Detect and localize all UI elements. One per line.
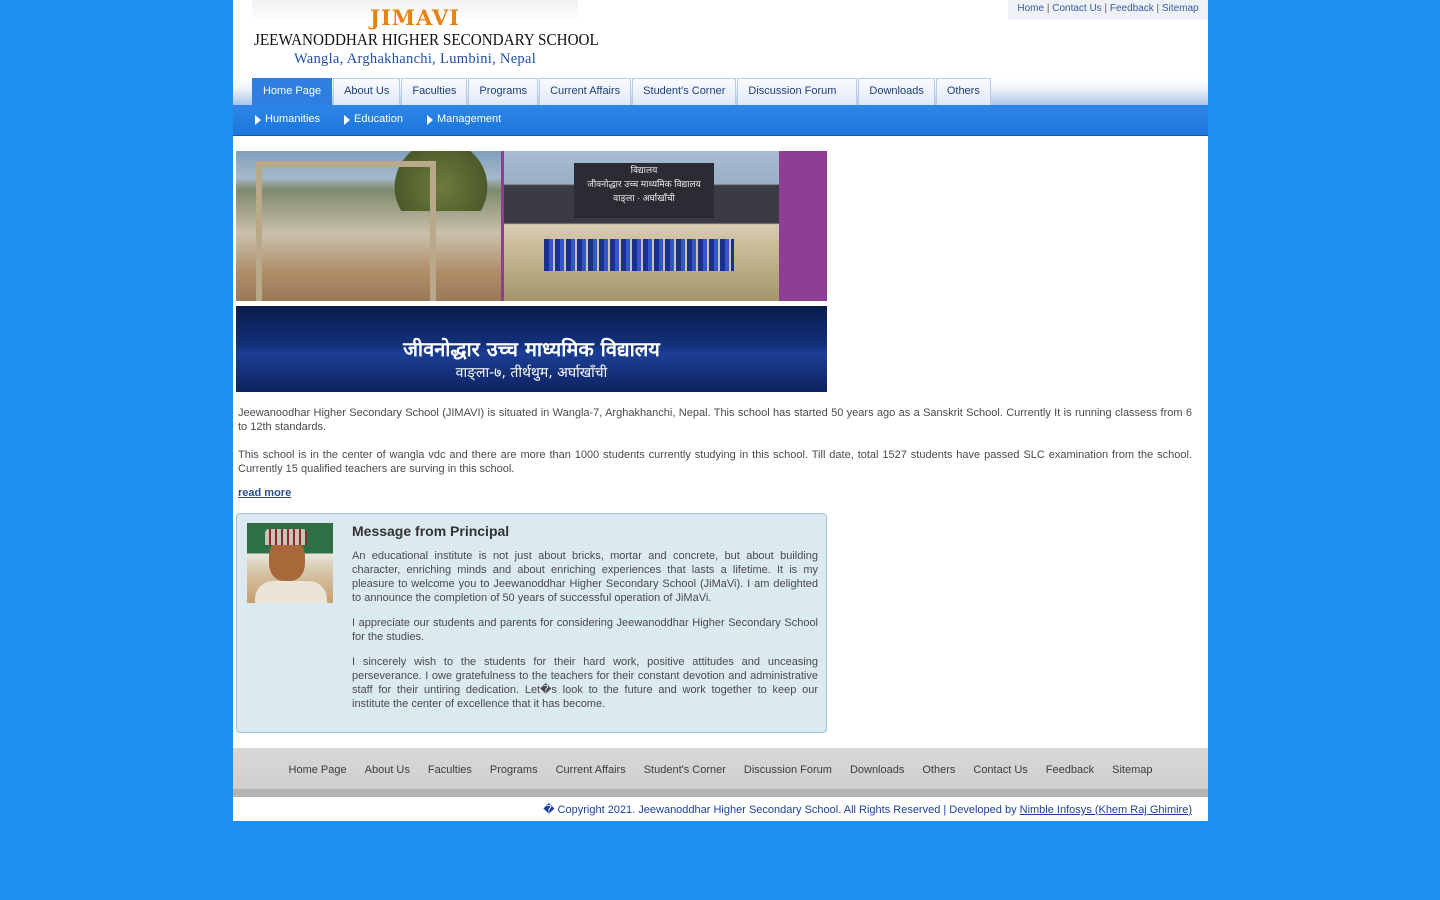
school-assembly-photo: विद्यालय जीवनोद्धार उच्च माध्यमिक विद्या… [504,151,779,301]
sub-nav: Humanities Education Management [233,105,1208,136]
footer-link-home-page[interactable]: Home Page [289,764,347,776]
footer-link-downloads[interactable]: Downloads [850,764,904,776]
top-links: Home | Contact Us | Feedback | Sitemap [1008,0,1208,20]
toplink-sitemap[interactable]: Sitemap [1162,3,1199,14]
logo-location: Wangla, Arghakhanchi, Lumbini, Nepal [293,51,537,67]
page-container: JIMAVI JEEWANODDHAR HIGHER SECONDARY SCH… [233,0,1208,821]
students-assembly [544,239,734,271]
footer-link-contact-us[interactable]: Contact Us [973,764,1027,776]
subnav-education[interactable]: Education [344,113,403,125]
header: JIMAVI JEEWANODDHAR HIGHER SECONDARY SCH… [233,0,1208,78]
nav-faculties[interactable]: Faculties [401,78,468,105]
school-gate-photo [236,151,501,301]
nav-about-us[interactable]: About Us [333,78,401,105]
principal-photo [247,523,333,603]
footer-link-about-us[interactable]: About Us [365,764,410,776]
nav-current-affairs[interactable]: Current Affairs [539,78,632,105]
principal-cap [265,529,307,545]
main-content: विद्यालय जीवनोद्धार उच्च माध्यमिक विद्या… [233,136,1208,733]
nav-others[interactable]: Others [935,78,991,105]
principal-message: Message from Principal An educational in… [352,523,818,722]
principal-message-box: Message from Principal An educational in… [236,513,827,733]
footer: Home Page About Us Faculties Programs Cu… [233,748,1208,797]
main-nav: Home Page About Us Faculties Programs Cu… [233,78,1208,105]
footer-link-sitemap[interactable]: Sitemap [1112,764,1152,776]
copyright-text: � Copyright 2021. Jeewanoddhar Higher Se… [543,804,1020,816]
nav-programs[interactable]: Programs [468,78,539,105]
principal-message-title: Message from Principal [352,523,510,539]
nav-students-corner[interactable]: Student's Corner [632,78,737,105]
copyright-bar: � Copyright 2021. Jeewanoddhar Higher Se… [233,797,1208,821]
subnav-label: Humanities [265,113,321,125]
developer-link[interactable]: Nimble Infosys (Khem Raj Ghimire) [1020,804,1192,816]
footer-link-others[interactable]: Others [922,764,955,776]
nav-downloads[interactable]: Downloads [858,78,935,105]
footer-link-faculties[interactable]: Faculties [428,764,472,776]
logo-school-name: JEEWANODDHAR HIGHER SECONDARY SCHOOL [254,30,599,49]
footer-link-current-affairs[interactable]: Current Affairs [556,764,626,776]
footer-link-programs[interactable]: Programs [490,764,538,776]
subnav-label: Management [436,113,502,125]
principal-paragraph-2: I appreciate our students and parents fo… [352,617,818,643]
arrow-right-icon [426,115,433,125]
subnav-management[interactable]: Management [426,113,502,125]
nepali-banner: जीवनोद्धार उच्च माध्यमिक विद्यालय वाङ्‌ल… [236,306,827,392]
footer-link-discussion-forum[interactable]: Discussion Forum [744,764,832,776]
arrow-right-icon [255,115,261,125]
principal-shirt [255,581,327,603]
subnav-humanities[interactable]: Humanities [255,113,320,125]
banner-address: वाङ्‌ला-७, तीर्थथुम, अर्घाखाँची [455,365,608,381]
toplink-contact[interactable]: Contact Us [1052,3,1101,14]
principal-paragraph-1: An educational institute is not just abo… [352,550,818,604]
nav-home-page[interactable]: Home Page [252,78,333,105]
nav-discussion-forum[interactable]: Discussion Forum [737,78,858,105]
footer-link-students-corner[interactable]: Student's Corner [644,764,726,776]
arrow-right-icon [344,115,351,125]
gate-arch [256,161,436,301]
principal-paragraph-3: I sincerely wish to the students for the… [352,656,818,710]
read-more-link[interactable]: read more [238,487,1205,499]
subnav-label: Education [354,113,403,125]
logo-abbr: JIMAVI [370,5,460,30]
school-photo: विद्यालय जीवनोद्धार उच्च माध्यमिक विद्या… [236,151,827,301]
banner-school-name: जीवनोद्धार उच्च माध्यमिक विद्यालय [403,337,660,361]
intro-paragraph-2: This school is in the center of wangla v… [238,449,1192,475]
footer-link-feedback[interactable]: Feedback [1046,764,1094,776]
school-logo[interactable]: JIMAVI JEEWANODDHAR HIGHER SECONDARY SCH… [252,0,599,74]
toplink-feedback[interactable]: Feedback [1110,3,1154,14]
school-sign: विद्यालय जीवनोद्धार उच्च माध्यमिक विद्या… [574,163,714,218]
toplink-home[interactable]: Home [1017,3,1044,14]
intro-paragraph-1: Jeewanoodhar Higher Secondary School (JI… [238,407,1192,433]
